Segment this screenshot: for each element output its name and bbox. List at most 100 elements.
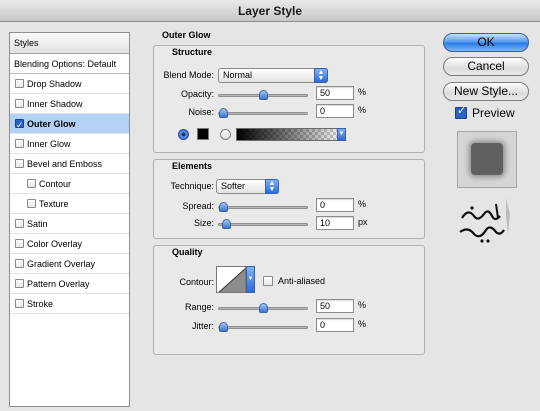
size-unit: px xyxy=(358,217,368,227)
cancel-button[interactable]: Cancel xyxy=(443,57,529,76)
style-checkbox[interactable] xyxy=(27,179,36,188)
style-item-label: Outer Glow xyxy=(27,118,76,129)
contour-dropdown-arrow-icon[interactable]: ▼ xyxy=(246,266,255,293)
range-unit: % xyxy=(358,300,367,310)
style-checkbox[interactable] xyxy=(15,299,24,308)
preview-label: Preview xyxy=(472,106,515,120)
style-item-label: Drop Shadow xyxy=(27,78,82,89)
style-checkbox[interactable] xyxy=(15,239,24,248)
opacity-slider[interactable] xyxy=(218,90,308,100)
style-checkbox[interactable] xyxy=(15,139,24,148)
style-item-bevel-and-emboss[interactable]: Bevel and Emboss xyxy=(10,154,129,174)
blending-options-item[interactable]: Blending Options: Default xyxy=(10,54,129,74)
quality-title: Quality xyxy=(172,247,203,257)
range-field[interactable]: 50 xyxy=(316,299,354,313)
style-checkbox[interactable] xyxy=(15,259,24,268)
style-checkbox[interactable] xyxy=(15,279,24,288)
structure-title: Structure xyxy=(172,47,213,57)
preview-toggle[interactable]: Preview xyxy=(455,104,515,120)
new-style-button[interactable]: New Style... xyxy=(443,82,529,101)
blend-mode-label: Blend Mode: xyxy=(163,70,214,80)
spread-label: Spread: xyxy=(182,201,214,211)
style-item-stroke[interactable]: Stroke xyxy=(10,294,129,314)
style-item-color-overlay[interactable]: Color Overlay xyxy=(10,234,129,254)
select-arrows-icon: ▲ ▼ xyxy=(314,68,328,83)
noise-label: Noise: xyxy=(188,107,214,117)
blend-mode-select[interactable]: Normal ▲ ▼ xyxy=(218,68,328,83)
blend-mode-value: Normal xyxy=(223,70,253,80)
opacity-slider-thumb[interactable] xyxy=(258,90,268,100)
technique-label: Technique: xyxy=(170,181,214,191)
dialog-body: Styles Blending Options: Default Drop Sh… xyxy=(0,22,540,411)
style-checkbox[interactable] xyxy=(15,219,24,228)
style-item-label: Satin xyxy=(27,218,48,229)
style-item-label: Bevel and Emboss xyxy=(27,158,103,169)
range-slider-thumb[interactable] xyxy=(258,303,268,313)
ok-button[interactable]: OK xyxy=(443,33,529,52)
style-item-label: Color Overlay xyxy=(27,238,83,249)
style-preview xyxy=(457,131,517,188)
jitter-unit: % xyxy=(358,319,367,329)
technique-select[interactable]: Softer ▲ ▼ xyxy=(216,179,279,194)
preview-checkbox[interactable] xyxy=(455,104,467,119)
jitter-label: Jitter: xyxy=(191,321,214,331)
jitter-slider-thumb[interactable] xyxy=(219,322,228,332)
solid-color-radio[interactable] xyxy=(178,129,189,140)
style-item-label: Inner Shadow xyxy=(27,98,83,109)
size-slider-thumb[interactable] xyxy=(222,219,232,229)
style-checkbox[interactable] xyxy=(15,159,24,168)
quality-group: Quality Contour: ▼ Anti-aliased Range: 5… xyxy=(153,245,425,355)
jitter-field[interactable]: 0 xyxy=(316,318,354,332)
styles-list: Styles Blending Options: Default Drop Sh… xyxy=(9,32,130,407)
opacity-field[interactable]: 50 xyxy=(316,86,354,100)
style-item-label: Stroke xyxy=(27,298,54,309)
style-item-drop-shadow[interactable]: Drop Shadow xyxy=(10,74,129,94)
spread-slider[interactable] xyxy=(218,202,308,212)
contour-picker[interactable] xyxy=(216,266,246,293)
glow-gradient-picker[interactable]: ▼ xyxy=(236,128,346,141)
style-item-gradient-overlay[interactable]: Gradient Overlay xyxy=(10,254,129,274)
glow-color-swatch[interactable] xyxy=(197,128,209,140)
style-item-texture[interactable]: Texture xyxy=(10,194,129,214)
style-checkbox[interactable] xyxy=(15,115,24,135)
noise-slider-thumb[interactable] xyxy=(219,108,228,118)
dropdown-arrow-icon: ▼ xyxy=(337,128,346,141)
elements-group: Elements Technique: Softer ▲ ▼ Spread: 0 … xyxy=(153,159,425,239)
style-item-pattern-overlay[interactable]: Pattern Overlay xyxy=(10,274,129,294)
size-slider[interactable] xyxy=(218,219,308,229)
jitter-slider[interactable] xyxy=(218,322,308,332)
spread-slider-thumb[interactable] xyxy=(219,202,228,212)
styles-header[interactable]: Styles xyxy=(10,33,129,54)
spread-field[interactable]: 0 xyxy=(316,198,354,212)
anti-aliased-checkbox[interactable] xyxy=(263,276,273,286)
range-slider[interactable] xyxy=(218,303,308,313)
opacity-unit: % xyxy=(358,87,367,97)
style-item-satin[interactable]: Satin xyxy=(10,214,129,234)
style-item-label: Contour xyxy=(39,178,72,189)
style-checkbox[interactable] xyxy=(15,99,24,108)
style-item-outer-glow[interactable]: Outer Glow xyxy=(10,114,129,135)
style-checkbox[interactable] xyxy=(15,79,24,88)
gradient-radio[interactable] xyxy=(220,129,231,140)
contour-label: Contour: xyxy=(179,277,214,287)
logo-icon xyxy=(459,198,510,243)
style-item-label: Texture xyxy=(39,198,69,209)
spread-unit: % xyxy=(358,199,367,209)
opacity-label: Opacity: xyxy=(180,89,214,99)
style-item-label: Inner Glow xyxy=(27,138,71,149)
style-item-label: Pattern Overlay xyxy=(27,278,90,289)
noise-field[interactable]: 0 xyxy=(316,104,354,118)
preview-swatch xyxy=(471,143,503,175)
style-item-inner-shadow[interactable]: Inner Shadow xyxy=(10,94,129,114)
technique-value: Softer xyxy=(221,181,246,191)
range-label: Range: xyxy=(184,302,214,312)
size-field[interactable]: 10 xyxy=(316,216,354,230)
contour-curve-icon xyxy=(218,268,245,292)
size-label: Size: xyxy=(193,218,214,228)
select-arrows-icon: ▲ ▼ xyxy=(265,179,279,194)
noise-slider[interactable] xyxy=(218,108,308,118)
style-checkbox[interactable] xyxy=(27,199,36,208)
style-item-contour[interactable]: Contour xyxy=(10,174,129,194)
anti-aliased-label: Anti-aliased xyxy=(278,276,326,286)
style-item-inner-glow[interactable]: Inner Glow xyxy=(10,134,129,154)
